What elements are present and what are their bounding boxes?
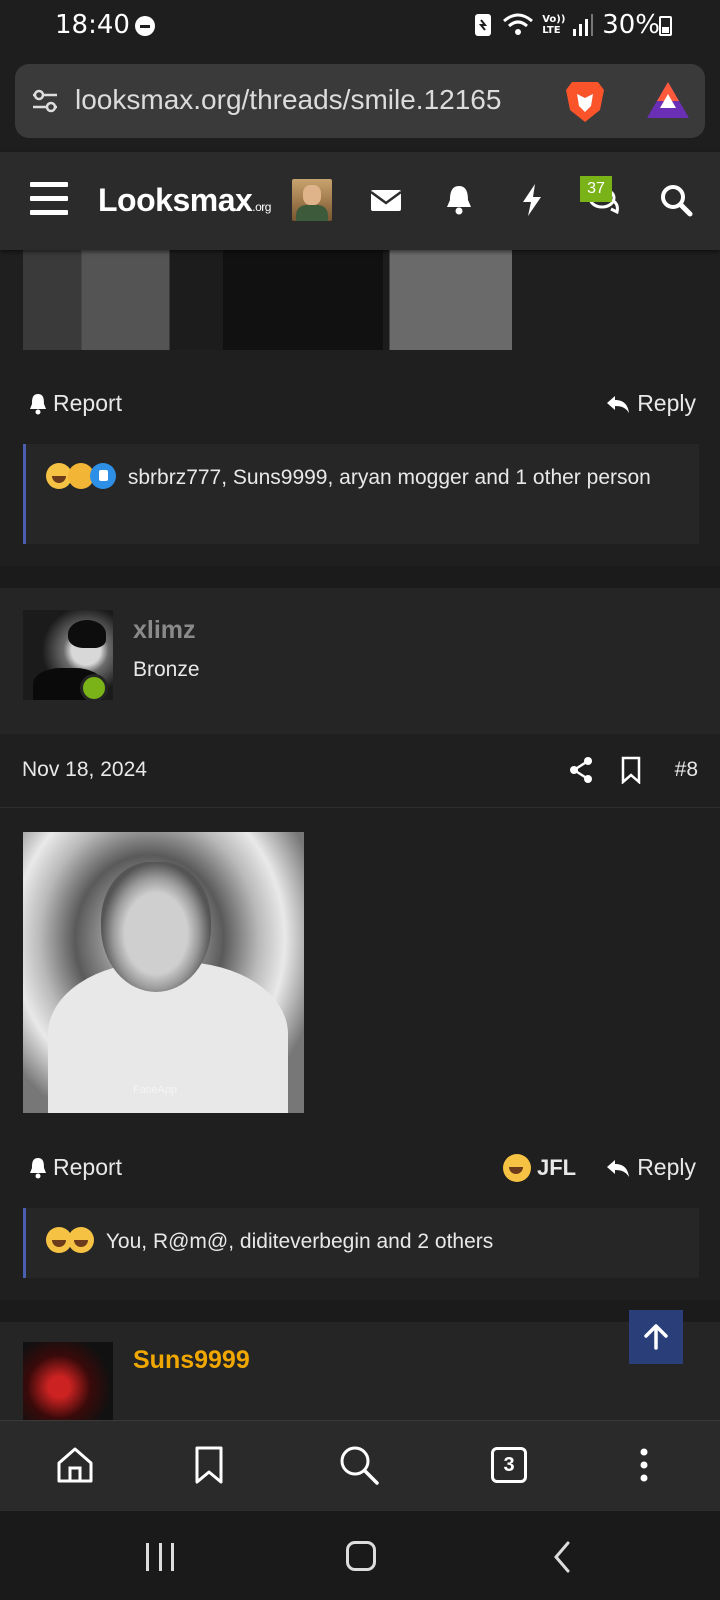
brave-lion-icon[interactable] <box>560 76 610 126</box>
android-nav-bar <box>0 1510 720 1600</box>
avatar[interactable] <box>23 1342 113 1430</box>
address-bar[interactable]: looksmax.org/threads/smile.12165 <box>15 64 705 138</box>
status-bar: 18:40 Vo)) LTE 30% <box>0 0 720 52</box>
reactions-summary[interactable]: sbrbrz777, Suns9999, aryan mogger and 1 … <box>23 444 699 544</box>
status-right: Vo)) LTE 30% <box>472 10 660 40</box>
image-watermark: FaceApp <box>133 1084 178 1096</box>
bookmark-icon[interactable] <box>620 756 642 784</box>
reply-label: Reply <box>637 1154 696 1180</box>
report-button[interactable]: Report <box>27 1154 122 1181</box>
bell-icon[interactable] <box>439 180 479 220</box>
share-icon[interactable] <box>568 756 594 784</box>
logo-text: Looksmax <box>98 182 253 218</box>
post-divider <box>0 566 720 588</box>
back-button[interactable] <box>550 1539 574 1575</box>
previous-post-image[interactable] <box>23 250 512 350</box>
more-icon[interactable] <box>622 1443 666 1487</box>
star-eyes-icon <box>68 1227 94 1253</box>
battery-percent: 30% <box>602 10 660 40</box>
report-label: Report <box>53 390 123 416</box>
user-title: Bronze <box>133 658 200 681</box>
recents-button[interactable] <box>146 1543 174 1571</box>
arrow-up-icon <box>644 1324 668 1350</box>
thread-content: Report Reply sbrbrz777, Suns9999, aryan … <box>0 250 720 1430</box>
previous-post-actions: Report Reply <box>0 380 720 430</box>
logo-suffix: .org <box>252 200 271 214</box>
reaction-label: JFL <box>537 1155 577 1180</box>
crying-laughing-icon <box>503 1154 531 1182</box>
tabs-button[interactable]: 3 <box>491 1447 527 1483</box>
bolt-icon[interactable] <box>512 180 552 220</box>
menu-icon[interactable] <box>30 182 68 216</box>
reaction-button[interactable]: JFL <box>503 1154 576 1182</box>
post-actions: Report JFL Reply <box>0 1144 720 1194</box>
lte-label: Vo)) LTE <box>542 14 566 36</box>
browser-bottom-bar: 3 <box>0 1420 720 1510</box>
signal-icon <box>573 14 594 36</box>
home-button[interactable] <box>346 1541 376 1571</box>
brave-rewards-icon[interactable] <box>645 78 691 124</box>
search-icon[interactable] <box>337 1443 381 1487</box>
reactions-summary[interactable]: You, R@m@, diditeverbegin and 2 others <box>23 1208 699 1278</box>
tune-icon[interactable] <box>31 89 59 113</box>
report-button[interactable]: Report <box>27 390 122 417</box>
site-header: Looksmax.org <box>0 152 720 250</box>
battery-icon <box>659 16 672 36</box>
scroll-to-top-button[interactable] <box>629 1310 683 1364</box>
post-divider <box>0 1300 720 1322</box>
home-icon[interactable] <box>53 1443 97 1487</box>
reactions-text: You, R@m@, diditeverbegin and 2 others <box>105 1230 494 1253</box>
reply-label: Reply <box>637 390 696 416</box>
post-user-block: Suns9999 <box>0 1322 720 1430</box>
status-time: 18:40 <box>55 10 130 40</box>
reply-arrow-icon <box>607 1159 630 1177</box>
username[interactable]: Suns9999 <box>133 1346 250 1375</box>
bell-icon <box>30 1157 46 1178</box>
reply-button[interactable]: Reply <box>605 1154 696 1181</box>
username[interactable]: xlimz <box>133 616 196 645</box>
site-logo[interactable]: Looksmax.org <box>98 182 271 219</box>
bookmark-icon[interactable] <box>187 1443 231 1487</box>
online-indicator <box>80 674 108 702</box>
nfc-icon <box>475 14 492 36</box>
wifi-icon <box>503 13 534 35</box>
search-icon[interactable] <box>656 180 696 220</box>
conversations-badge: 37 <box>580 176 612 202</box>
post-image[interactable]: FaceApp <box>23 832 304 1113</box>
browser-toolbar: looksmax.org/threads/smile.12165 <box>0 52 720 152</box>
reactions-text: sbrbrz777, Suns9999, aryan mogger and 1 … <box>127 466 651 489</box>
like-icon <box>90 463 116 489</box>
bell-icon <box>30 393 46 414</box>
user-avatar[interactable] <box>292 179 332 221</box>
url-text[interactable]: looksmax.org/threads/smile.12165 <box>75 84 555 116</box>
post-date[interactable]: Nov 18, 2024 <box>22 758 147 782</box>
report-label: Report <box>53 1154 123 1180</box>
dnd-icon <box>135 16 155 36</box>
mail-icon[interactable] <box>366 180 406 220</box>
post-number[interactable]: #8 <box>675 758 698 782</box>
reply-arrow-icon <box>607 395 630 413</box>
post-user-block: xlimz Bronze <box>0 588 720 734</box>
post-meta: Nov 18, 2024 #8 <box>0 734 720 808</box>
reply-button[interactable]: Reply <box>605 390 696 417</box>
